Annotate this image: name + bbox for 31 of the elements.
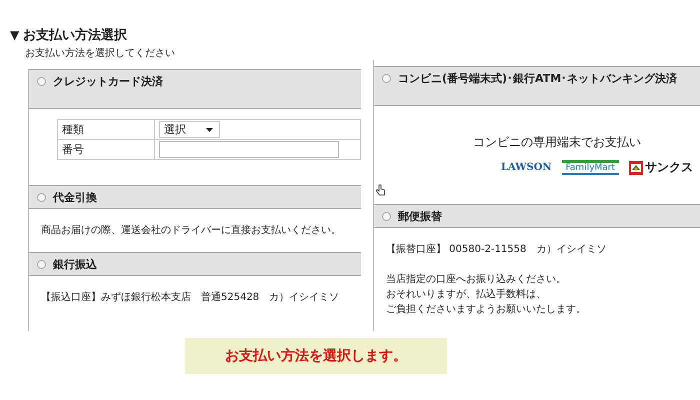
- radio-button[interactable]: [382, 212, 391, 220]
- triangle-icon: ▼: [10, 28, 20, 42]
- field-label: 番号: [58, 140, 154, 160]
- store-logo: LAWSON: [500, 162, 552, 173]
- info-text: 当店指定の口座へお振り込みください。: [386, 272, 567, 287]
- section-subtitle: お支払い方法を選択してください: [24, 46, 176, 60]
- info-text: 商品お届けの際、運送会社のドライバーに直接お支払いください。: [41, 224, 342, 238]
- store-emblem-icon: [629, 160, 644, 174]
- store-heading: コンビニの専用端末でお支払い: [472, 134, 641, 151]
- card-type-dropdown[interactable]: 選択: [159, 121, 220, 138]
- radio-button[interactable]: [37, 77, 46, 86]
- method-label: 代金引換: [53, 190, 97, 204]
- caret-icon: [206, 128, 213, 132]
- info-text: おそれいりますが、払込手数料は、: [386, 288, 547, 302]
- radio-button[interactable]: [37, 260, 46, 268]
- store-logo: FamilyMart: [562, 160, 620, 175]
- store-logo: サンクス: [645, 159, 694, 176]
- info-text: 【振替口座】 00580-2-11558 カ）イシイミソ: [386, 242, 608, 257]
- card-number-field[interactable]: [159, 141, 339, 158]
- method-label: クレジットカード決済: [53, 74, 163, 89]
- radio-button[interactable]: [382, 74, 391, 83]
- info-text: ご負担くださいますようお願いいたします。: [386, 303, 587, 317]
- info-text: 【振込口座】みずほ銀行松本支店 普通525428 カ）イシイミソ: [41, 290, 340, 305]
- field-label: 種類: [58, 120, 154, 140]
- caption-banner: お支払い方法を選択します。: [185, 338, 447, 374]
- method-label: 銀行振込: [53, 256, 97, 272]
- method-label: コンビニ(番号端末式)･銀行ATM･ネットバンキング決済: [398, 71, 678, 86]
- radio-button[interactable]: [37, 192, 46, 202]
- section-title: お支払い方法選択: [23, 26, 128, 44]
- hand-cursor-icon: [376, 184, 386, 196]
- method-label: 郵便振替: [398, 208, 442, 224]
